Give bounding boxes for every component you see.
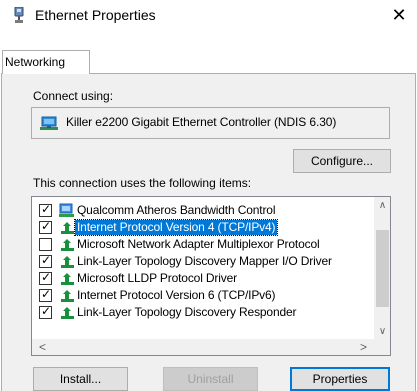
checkmark-icon: ✓ [41,219,52,233]
window-title: Ethernet Properties [35,7,156,23]
items-label: This connection uses the following items… [33,176,252,190]
network-adapter-icon [40,116,58,130]
item-label: Internet Protocol Version 6 (TCP/IPv6) [77,288,276,302]
protocol-icon [61,222,74,234]
scroll-up-icon[interactable]: ∧ [374,197,390,214]
item-label: Microsoft Network Adapter Multiplexor Pr… [77,237,320,251]
item-label: Link-Layer Topology Discovery Responder [77,305,297,319]
uninstall-button: Uninstall [163,367,258,391]
item-label: Qualcomm Atheros Bandwidth Control [77,203,276,217]
list-item[interactable]: ✓ Link-Layer Topology Discovery Responder [32,304,374,321]
scroll-left-icon[interactable]: < [34,339,51,355]
checkmark-icon: ✓ [41,304,52,318]
item-checkbox[interactable]: ✓ [39,287,52,302]
connect-using-label: Connect using: [33,89,114,103]
scroll-thumb[interactable] [376,230,389,307]
item-checkbox[interactable]: ✓ [39,219,52,234]
scroll-right-icon[interactable]: > [355,339,372,355]
protocol-icon [61,290,74,302]
items-list[interactable]: ✓ Qualcomm Atheros Bandwidth Control ✓ Inte… [31,196,391,356]
checkmark-icon: ✓ [41,202,52,216]
item-label: Link-Layer Topology Discovery Mapper I/O… [77,254,332,268]
configure-button[interactable]: Configure... [293,149,391,173]
protocol-icon [61,256,74,268]
checkmark-icon: ✓ [41,270,52,284]
checkmark-icon: ✓ [41,287,52,301]
item-checkbox[interactable]: ✓ [39,270,52,285]
item-label: Internet Protocol Version 4 (TCP/IPv4) [73,219,279,236]
tab-networking-label: Networking [5,55,66,69]
list-item[interactable]: ✓ Link-Layer Topology Discovery Mapper I/… [32,253,374,270]
item-checkbox[interactable] [39,238,52,251]
list-item[interactable]: ✓ Qualcomm Atheros Bandwidth Control [32,202,374,219]
qos-icon [59,203,74,217]
list-item[interactable]: ✓ Microsoft LLDP Protocol Driver [32,270,374,287]
protocol-icon [61,239,74,251]
horizontal-scrollbar[interactable]: < > [32,339,374,355]
scroll-down-icon[interactable]: ∨ [374,323,390,340]
item-checkbox[interactable]: ✓ [39,202,52,217]
scroll-corner [374,339,390,355]
list-item[interactable]: ✓ Internet Protocol Version 6 (TCP/IPv6) [32,287,374,304]
item-checkbox[interactable]: ✓ [39,253,52,268]
network-adapter-icon [14,7,24,23]
adapter-name: Killer e2200 Gigabit Ethernet Controller… [66,115,337,129]
protocol-icon [61,273,74,285]
list-item[interactable]: Microsoft Network Adapter Multiplexor Pr… [32,236,374,253]
checkmark-icon: ✓ [41,253,52,267]
list-item[interactable]: ✓ Internet Protocol Version 4 (TCP/IPv4) [32,219,374,236]
properties-button[interactable]: Properties [290,367,390,391]
close-button[interactable]: ✕ [384,2,414,28]
protocol-icon [61,307,74,319]
install-button[interactable]: Install... [33,367,128,391]
item-label: Microsoft LLDP Protocol Driver [77,271,237,285]
item-checkbox[interactable]: ✓ [39,304,52,319]
vertical-scrollbar[interactable]: ∧ ∨ [374,197,390,340]
